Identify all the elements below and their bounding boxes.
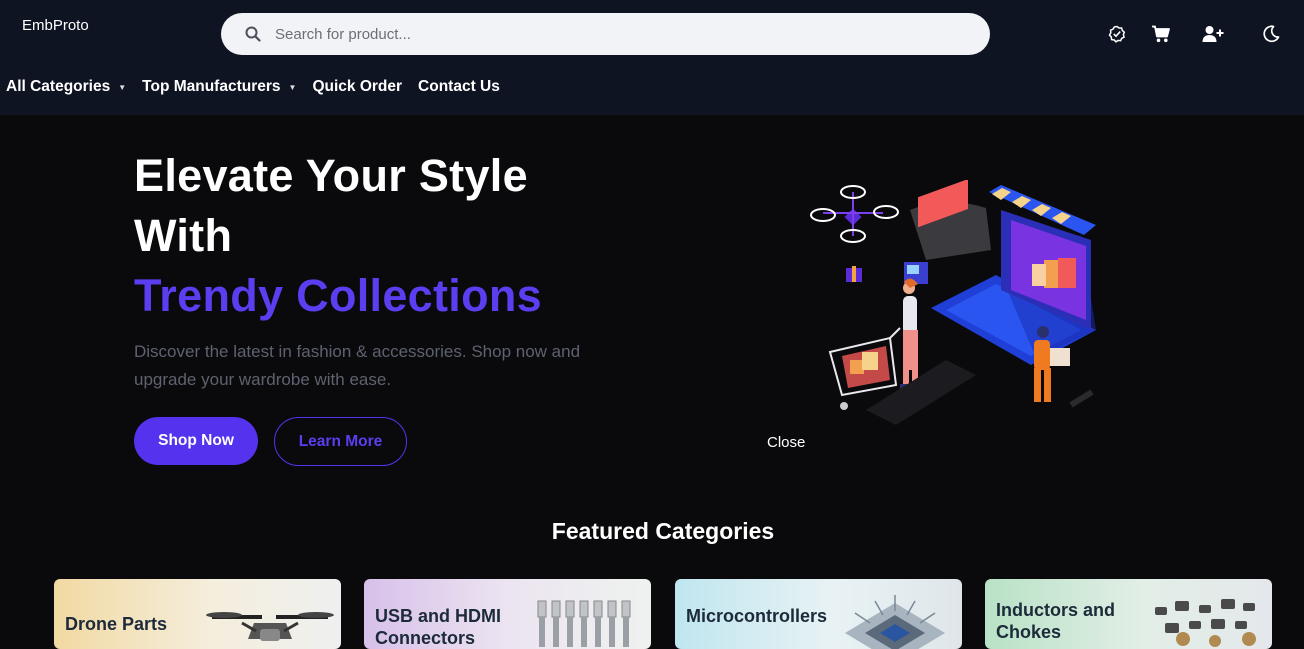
shopper-figure: [900, 278, 921, 389]
shop-now-button[interactable]: Shop Now: [134, 417, 258, 465]
category-card-usb-hdmi[interactable]: USB and HDMI Connectors: [364, 579, 651, 649]
category-label: Inductors and Chokes: [996, 600, 1116, 642]
nav-label: Contact Us: [418, 78, 500, 95]
nav-top-manufacturers[interactable]: Top Manufacturers ▼: [142, 78, 296, 96]
chip-icon: [845, 595, 945, 649]
nav-quick-order[interactable]: Quick Order: [312, 78, 402, 96]
category-label: Drone Parts: [65, 614, 168, 634]
cart-icon[interactable]: [1149, 22, 1173, 46]
featured-categories-title: Featured Categories: [551, 518, 775, 544]
main-nav: All Categories ▼ Top Manufacturers ▼ Qui…: [6, 78, 516, 96]
category-label: Microcontrollers: [686, 606, 828, 626]
logo[interactable]: EmbProto: [22, 17, 89, 34]
nav-label: Top Manufacturers: [142, 78, 281, 95]
header: EmbProto All C: [0, 0, 1304, 115]
hero-title-accent: Trendy Collections: [134, 270, 542, 321]
hero-title-line1: Elevate Your Style: [134, 150, 528, 201]
nav-all-categories[interactable]: All Categories ▼: [6, 78, 126, 96]
nav-contact-us[interactable]: Contact Us: [418, 78, 500, 96]
hero-title-line2: With: [134, 210, 233, 261]
hero-subtitle: Discover the latest in fashion & accesso…: [134, 342, 581, 389]
close-button[interactable]: Close: [767, 434, 805, 451]
search-icon: [245, 26, 261, 42]
verified-badge-icon[interactable]: [1105, 22, 1129, 46]
category-card-drone-parts[interactable]: Drone Parts: [54, 579, 341, 649]
drone-icon: [206, 612, 334, 641]
category-label: USB and HDMI Connectors: [375, 606, 501, 648]
chevron-down-icon: ▼: [118, 82, 127, 92]
search-bar[interactable]: [221, 13, 990, 55]
chevron-down-icon: ▼: [288, 82, 297, 92]
nav-label: All Categories: [6, 78, 111, 95]
usb-connectors-icon: [537, 600, 631, 647]
drone-icon: [810, 185, 899, 243]
add-user-icon[interactable]: [1201, 22, 1225, 46]
search-input[interactable]: [275, 25, 955, 43]
hero-title: Elevate Your Style With Trendy Collectio…: [134, 146, 542, 326]
shopping-illustration: [810, 180, 1096, 425]
category-card-inductors[interactable]: Inductors and Chokes: [985, 579, 1272, 649]
nav-label: Quick Order: [312, 78, 403, 95]
category-card-microcontrollers[interactable]: Microcontrollers: [675, 579, 962, 649]
inductors-icon: [1155, 599, 1256, 647]
learn-more-button[interactable]: Learn More: [274, 417, 407, 466]
moon-icon[interactable]: [1259, 22, 1283, 46]
